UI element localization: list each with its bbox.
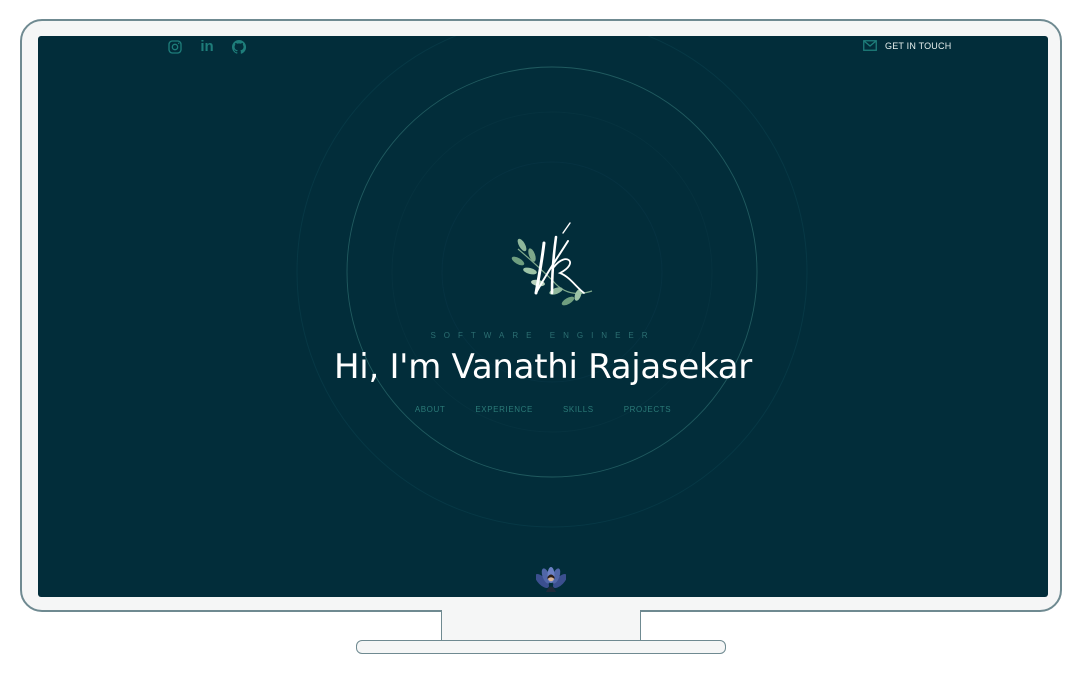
- social-links: in: [166, 38, 248, 56]
- linkedin-icon[interactable]: in: [198, 38, 216, 56]
- background-rings: [296, 36, 808, 528]
- mail-icon: [863, 40, 877, 51]
- linkedin-glyph: in: [200, 38, 214, 55]
- get-in-touch-label: GET IN TOUCH: [885, 40, 952, 51]
- monitor-stand-neck: [441, 610, 641, 642]
- instagram-icon[interactable]: [166, 38, 184, 56]
- github-icon[interactable]: [230, 38, 248, 56]
- profile-avatar-icon[interactable]: [536, 566, 566, 594]
- website-screen: in GET IN TOUCH SOFTWARE ENGINEER Hi, I'…: [38, 36, 1048, 597]
- tagline: SOFTWARE ENGINEER: [430, 331, 656, 340]
- monitor-frame: in GET IN TOUCH SOFTWARE ENGINEER Hi, I'…: [20, 19, 1062, 612]
- nav-about[interactable]: ABOUT: [415, 405, 446, 414]
- nav-experience[interactable]: EXPERIENCE: [475, 405, 533, 414]
- hero-nav: ABOUT EXPERIENCE SKILLS PROJECTS: [38, 405, 1048, 414]
- monogram-leaf-logo: [511, 222, 593, 306]
- monitor-stand-base: [356, 640, 726, 654]
- get-in-touch-link[interactable]: GET IN TOUCH: [863, 40, 951, 51]
- page-title: Hi, I'm Vanathi Rajasekar: [334, 347, 752, 387]
- nav-skills[interactable]: SKILLS: [563, 405, 594, 414]
- nav-projects[interactable]: PROJECTS: [624, 405, 671, 414]
